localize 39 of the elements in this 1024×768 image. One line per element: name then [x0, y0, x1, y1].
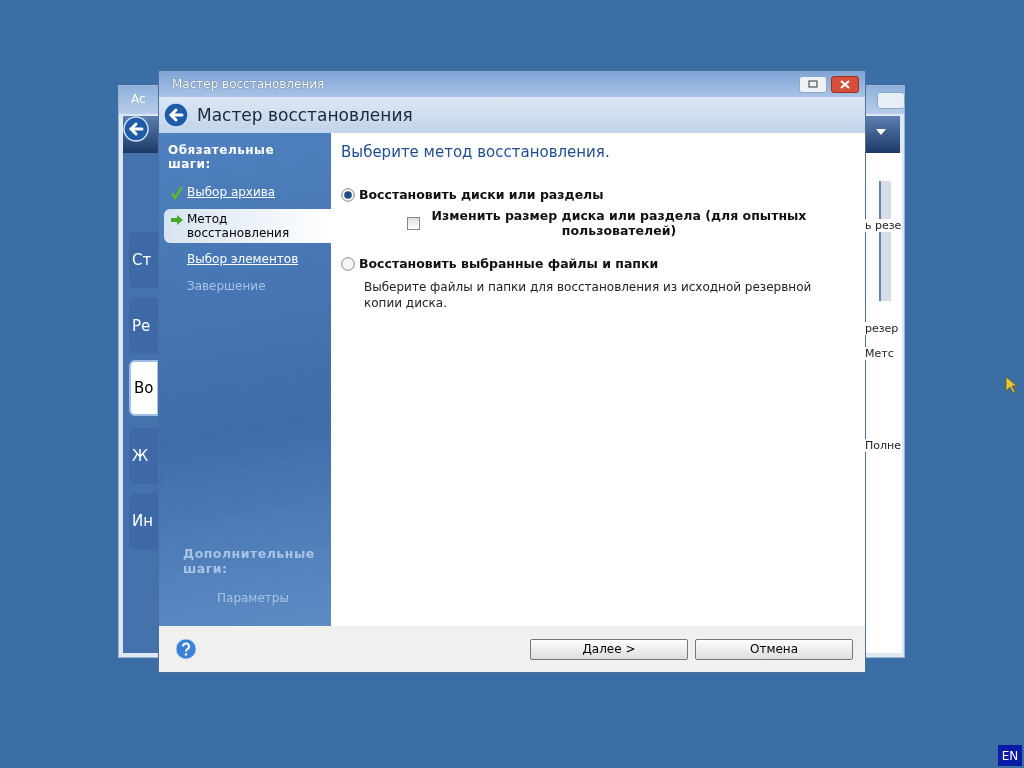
list-text: ь резе	[865, 219, 902, 232]
steps-heading: Обязательные шаги:	[167, 143, 276, 171]
option-label[interactable]: Восстановить выбранные файлы и папки	[359, 256, 659, 271]
wizard-header: Мастер восстановления	[197, 105, 413, 125]
window-title: Ac	[131, 92, 146, 106]
page-prompt: Выберите метод восстановления.	[341, 143, 611, 161]
help-icon[interactable]	[175, 638, 197, 660]
wizard-step: Завершение	[164, 276, 331, 297]
cursor-icon	[1005, 376, 1017, 394]
window-title: Мастер восстановления	[172, 77, 326, 91]
wizard-button[interactable]: Далее >	[530, 638, 688, 660]
option-description: Выберите файлы и папки для восстановления из исходной резервной копии диска.	[363, 279, 813, 311]
radio-button[interactable]	[341, 187, 355, 202]
option-label[interactable]: Восстановить диски или разделы	[359, 187, 604, 202]
radio-button[interactable]	[341, 256, 355, 271]
arrow-icon	[170, 213, 184, 227]
wizard-step[interactable]: Метод восстановления	[164, 209, 331, 243]
list-text: Полне	[865, 439, 901, 452]
restore-icon	[808, 80, 818, 88]
back-button[interactable]	[163, 102, 189, 128]
wizard-button[interactable]: Отмена	[695, 638, 853, 660]
close-icon	[840, 79, 850, 89]
caret-icon[interactable]	[876, 129, 886, 135]
wizard-step[interactable]: Выбор элементов	[164, 249, 331, 270]
checkbox[interactable]	[407, 216, 420, 230]
sidebar-item[interactable]: Ст	[129, 232, 159, 288]
sidebar-item[interactable]: Ре	[129, 298, 159, 354]
wizard-step: Параметры	[164, 588, 331, 609]
close-button[interactable]	[831, 75, 859, 93]
sidebar-item[interactable]: Во	[129, 360, 159, 416]
list-text: резер	[865, 322, 899, 335]
wizard-step[interactable]: Выбор архива	[164, 182, 331, 203]
check-icon	[170, 186, 184, 200]
option-label[interactable]: Изменить размер диска или раздела (для опытных пользователей)	[424, 208, 814, 238]
sidebar-item[interactable]: Ин	[129, 493, 159, 549]
language-indicator[interactable]: EN	[998, 745, 1022, 766]
sidebar-item[interactable]: Ж	[129, 428, 159, 484]
list-text: Метс	[865, 347, 894, 360]
back-button[interactable]	[123, 116, 149, 142]
